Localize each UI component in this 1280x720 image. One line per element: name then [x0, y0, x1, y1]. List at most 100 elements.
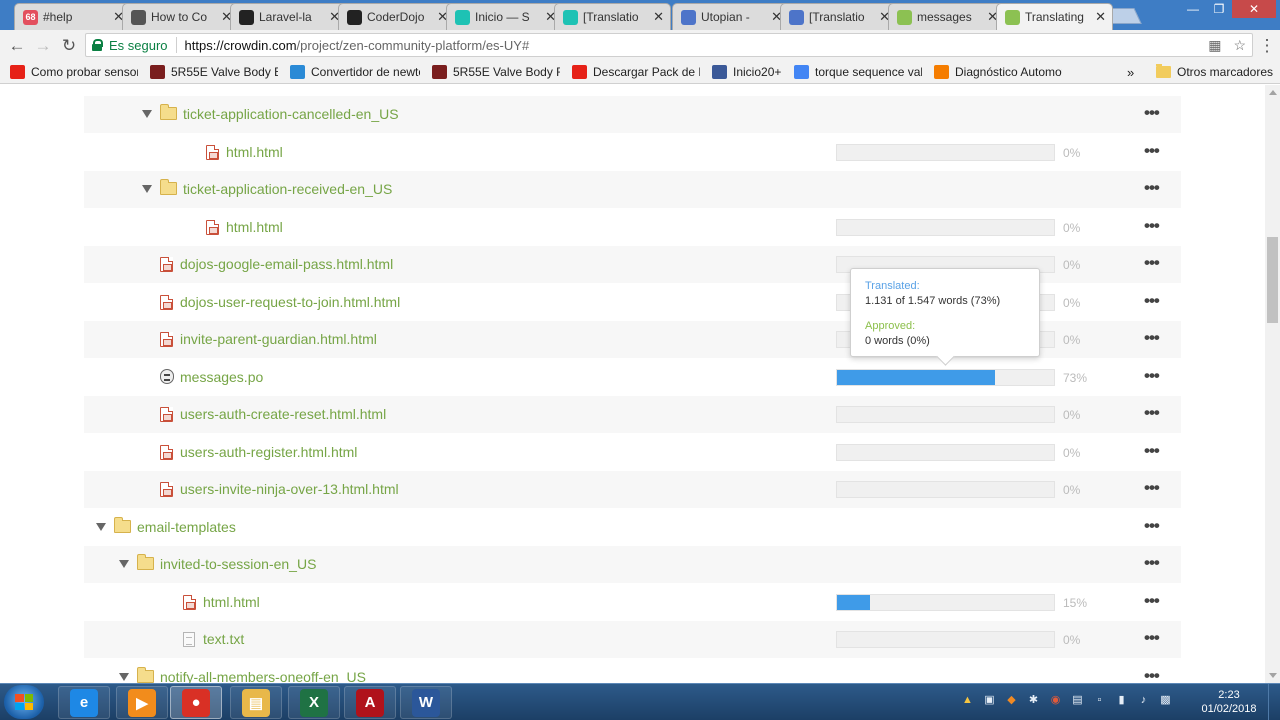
taskbar-app-button[interactable]: ▶ — [116, 686, 168, 719]
forward-arrow-icon[interactable]: → — [32, 35, 54, 57]
scroll-thumb[interactable] — [1267, 237, 1278, 323]
file-name[interactable]: html.html — [226, 219, 283, 235]
caret-down-icon[interactable] — [119, 672, 129, 681]
bookmark-item[interactable]: Diagnóstico Automot — [934, 64, 1062, 80]
bluetooth-icon[interactable]: ✱ — [1026, 692, 1041, 707]
minimize-icon[interactable]: — — [1180, 0, 1206, 18]
browser-tab[interactable]: Utopian - ✕ — [672, 3, 789, 30]
bookmark-item[interactable]: Inicio20+ — [712, 64, 782, 80]
more-options-icon[interactable]: ••• — [1144, 253, 1160, 273]
file-name[interactable]: dojos-user-request-to-join.html.html — [180, 294, 400, 310]
folder-row[interactable]: invited-to-session-en_US ••• — [84, 546, 1181, 583]
file-row[interactable]: html.html 0% ••• — [84, 134, 1181, 171]
folder-name[interactable]: ticket-application-cancelled-en_US — [183, 106, 399, 122]
browser-tab[interactable]: CoderDojo ✕ — [338, 3, 455, 30]
folder-name[interactable]: ticket-application-received-en_US — [183, 181, 392, 197]
bookmarks-overflow-icon[interactable]: » — [1127, 64, 1134, 80]
browser-tab[interactable]: messages ✕ — [888, 3, 1005, 30]
bookmark-item[interactable]: Como probar sensor — [10, 64, 138, 80]
tray-app-icon[interactable]: ▤ — [1070, 692, 1085, 707]
bookmark-item[interactable]: 5R55E Valve Body Re — [432, 64, 560, 80]
caret-down-icon[interactable] — [119, 560, 129, 568]
file-name[interactable]: html.html — [203, 594, 260, 610]
more-options-icon[interactable]: ••• — [1144, 103, 1160, 123]
folder-name[interactable]: notify-all-members-oneoff-en_US — [160, 669, 366, 684]
file-row[interactable]: users-invite-ninja-over-13.html.html 0% ••… — [84, 471, 1181, 508]
scroll-up-icon[interactable] — [1269, 90, 1277, 95]
browser-tab[interactable]: Inicio — S ✕ — [446, 3, 563, 30]
translation-progress-bar[interactable] — [836, 481, 1055, 498]
page-scrollbar[interactable] — [1265, 85, 1280, 683]
browser-tab[interactable]: Laravel-la ✕ — [230, 3, 347, 30]
folder-row[interactable]: notify-all-members-oneoff-en_US ••• — [84, 659, 1181, 684]
power-icon[interactable]: ▮ — [1114, 692, 1129, 707]
tray-app-icon[interactable]: ◉ — [1048, 692, 1063, 707]
caret-down-icon[interactable] — [142, 110, 152, 118]
tray-expand-icon[interactable]: ▲ — [960, 692, 975, 707]
file-name[interactable]: dojos-google-email-pass.html.html — [180, 256, 393, 272]
translation-progress-bar[interactable] — [836, 631, 1055, 648]
more-options-icon[interactable]: ••• — [1144, 516, 1160, 536]
file-row[interactable]: html.html 15% ••• — [84, 584, 1181, 621]
bookmark-item[interactable]: Convertidor de newto — [290, 64, 420, 80]
more-options-icon[interactable]: ••• — [1144, 628, 1160, 648]
browser-tab[interactable]: 68 #help ✕ — [14, 3, 131, 30]
close-tab-icon[interactable]: ✕ — [1095, 9, 1106, 25]
translation-progress-bar[interactable] — [836, 368, 1055, 386]
caret-down-icon[interactable] — [142, 185, 152, 193]
more-options-icon[interactable]: ••• — [1144, 216, 1160, 236]
file-row[interactable]: messages.po 73% ••• — [84, 359, 1181, 396]
menu-dots-icon[interactable]: ⋮ — [1256, 35, 1278, 57]
start-button[interactable] — [4, 685, 44, 719]
browser-tab[interactable]: [Translatio ✕ — [780, 3, 897, 30]
more-options-icon[interactable]: ••• — [1144, 328, 1160, 348]
bookmark-item[interactable]: torque sequence valv — [794, 64, 922, 80]
browser-tab[interactable]: [Translatio ✕ — [554, 3, 671, 30]
file-name[interactable]: messages.po — [180, 369, 263, 385]
maximize-icon[interactable]: ❐ — [1206, 0, 1232, 18]
translate-icon[interactable]: ▦ — [1208, 37, 1221, 54]
file-name[interactable]: text.txt — [203, 631, 244, 647]
file-name[interactable]: users-auth-register.html.html — [180, 444, 357, 460]
file-name[interactable]: users-invite-ninja-over-13.html.html — [180, 481, 399, 497]
close-tab-icon[interactable]: ✕ — [653, 9, 664, 25]
folder-row[interactable]: ticket-application-cancelled-en_US ••• — [84, 96, 1181, 133]
file-name[interactable]: invite-parent-guardian.html.html — [180, 331, 377, 347]
more-options-icon[interactable]: ••• — [1144, 591, 1160, 611]
taskbar-app-button[interactable]: ▤ — [230, 686, 282, 719]
taskbar-app-button[interactable]: X — [288, 686, 340, 719]
folder-row[interactable]: ticket-application-received-en_US ••• — [84, 171, 1181, 208]
file-name[interactable]: html.html — [226, 144, 283, 160]
more-options-icon[interactable]: ••• — [1144, 553, 1160, 573]
folder-row[interactable]: email-templates ••• — [84, 509, 1181, 546]
back-arrow-icon[interactable]: ← — [6, 35, 28, 57]
bookmark-star-icon[interactable]: ☆ — [1233, 37, 1246, 54]
browser-tab[interactable]: Translating ✕ — [996, 3, 1113, 30]
more-options-icon[interactable]: ••• — [1144, 478, 1160, 498]
network-icon[interactable]: ▩ — [1158, 692, 1173, 707]
file-row[interactable]: html.html 0% ••• — [84, 209, 1181, 246]
address-bar[interactable]: Es seguro https://crowdin.com/project/ze… — [85, 33, 1253, 57]
taskbar-app-button[interactable]: e — [58, 686, 110, 719]
scroll-down-icon[interactable] — [1269, 673, 1277, 678]
bookmark-item[interactable]: 5R55E Valve Body Bo — [150, 64, 278, 80]
taskbar-app-button[interactable]: W — [400, 686, 452, 719]
translation-progress-bar[interactable] — [836, 218, 1055, 236]
more-options-icon[interactable]: ••• — [1144, 178, 1160, 198]
taskbar-clock[interactable]: 2:23 01/02/2018 — [1196, 688, 1262, 716]
more-options-icon[interactable]: ••• — [1144, 291, 1160, 311]
file-name[interactable]: users-auth-create-reset.html.html — [180, 406, 386, 422]
translation-progress-bar[interactable] — [836, 443, 1055, 461]
browser-tab[interactable]: How to Co ✕ — [122, 3, 239, 30]
file-row[interactable]: users-auth-create-reset.html.html 0% ••• — [84, 396, 1181, 433]
taskbar-app-button[interactable]: ● — [170, 686, 222, 719]
tray-app-icon[interactable]: ▫ — [1092, 692, 1107, 707]
more-options-icon[interactable]: ••• — [1144, 441, 1160, 461]
taskbar-app-button[interactable]: A — [344, 686, 396, 719]
tray-app-icon[interactable]: ◆ — [1004, 692, 1019, 707]
folder-name[interactable]: email-templates — [137, 519, 236, 535]
file-row[interactable]: users-auth-register.html.html 0% ••• — [84, 434, 1181, 471]
translation-progress-bar[interactable] — [836, 406, 1055, 423]
caret-down-icon[interactable] — [96, 522, 106, 531]
more-options-icon[interactable]: ••• — [1144, 666, 1160, 684]
